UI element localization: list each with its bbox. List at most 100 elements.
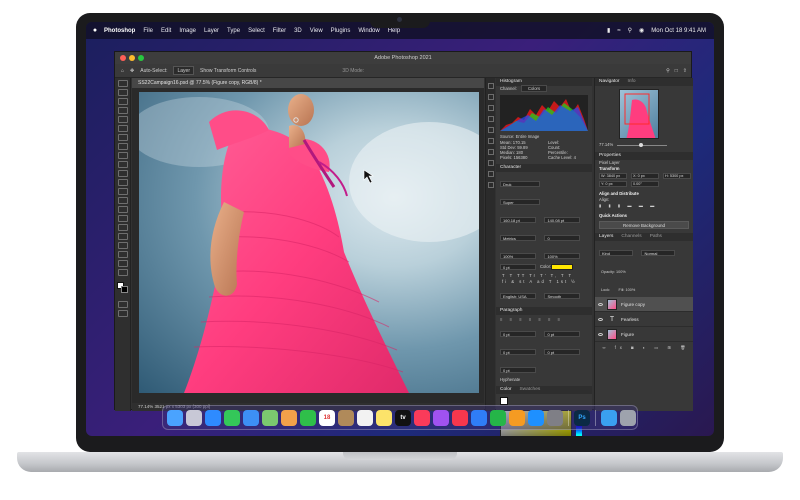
libraries-icon[interactable] [488, 116, 494, 122]
tab-properties[interactable]: Properties [599, 152, 621, 160]
hyphenate-checkbox[interactable]: Hyphenate [496, 377, 592, 383]
background-color-swatch[interactable] [121, 286, 128, 293]
eraser-tool-icon[interactable] [118, 179, 128, 186]
blur-tool-icon[interactable] [118, 197, 128, 204]
lasso-tool-icon[interactable] [118, 98, 128, 105]
battery-icon[interactable]: ▮ [607, 27, 610, 34]
menu-help[interactable]: Help [388, 28, 400, 34]
menu-layer[interactable]: Layer [204, 28, 219, 34]
appstore-icon[interactable] [528, 409, 544, 426]
tab-paragraph[interactable]: Paragraph [500, 307, 522, 315]
history-brush-tool-icon[interactable] [118, 170, 128, 177]
font-family-dropdown[interactable]: Druk [500, 181, 540, 187]
indent-left-field[interactable]: 0 pt [500, 331, 536, 337]
minimize-window-button[interactable] [129, 55, 135, 61]
tab-swatches[interactable]: Swatches [519, 386, 540, 394]
blend-mode-dropdown[interactable]: Normal [641, 250, 676, 256]
crop-tool-icon[interactable] [118, 116, 128, 123]
contacts-icon[interactable] [338, 409, 354, 426]
brush-settings-icon[interactable] [488, 94, 494, 100]
launchpad-icon[interactable] [186, 409, 202, 426]
fill-field[interactable]: Fill: 100% [615, 288, 636, 292]
frame-tool-icon[interactable] [118, 125, 128, 132]
workspace-icon[interactable]: □ [675, 68, 678, 74]
share-icon[interactable]: ⇧ [683, 68, 687, 74]
tab-color[interactable]: Color [500, 386, 511, 394]
podcasts-icon[interactable] [433, 409, 449, 426]
more-tools-icon[interactable] [118, 269, 128, 276]
text-color-swatch[interactable] [551, 264, 574, 270]
channel-dropdown[interactable]: Colors [520, 85, 548, 92]
menu-clock[interactable]: Mon Oct 18 9:41 AM [651, 28, 706, 34]
layer-row[interactable]: Figure [595, 327, 693, 342]
downloads-folder-icon[interactable] [601, 409, 617, 426]
reminders-icon[interactable] [357, 409, 373, 426]
menu-edit[interactable]: Edit [161, 28, 171, 34]
baseline-field[interactable]: 0 pt [500, 264, 536, 270]
font-size-field[interactable]: 160.18 pt [500, 217, 536, 223]
zoom-window-button[interactable] [138, 55, 144, 61]
layer-filter-dropdown[interactable]: Kind [599, 250, 633, 256]
pen-tool-icon[interactable] [118, 215, 128, 222]
fg-color-chip[interactable] [500, 397, 508, 405]
document-tab[interactable]: SS22Campaign16.psd @ 77.5% (Figure copy,… [132, 78, 484, 88]
indent-first-line-field[interactable]: 0 pt [500, 349, 536, 355]
angle-field[interactable]: 0.00° [631, 181, 659, 187]
width-field[interactable]: W: 3840 px [599, 173, 627, 179]
space-before-field[interactable]: 0 pt [544, 349, 581, 355]
control-center-icon[interactable]: ◉ [639, 27, 644, 34]
menu-filter[interactable]: Filter [273, 28, 286, 34]
news-icon[interactable] [452, 409, 468, 426]
menu-view[interactable]: View [310, 28, 323, 34]
spotlight-icon[interactable]: ⚲ [628, 27, 632, 34]
character-styles-icon[interactable] [488, 160, 494, 166]
menu-app-name[interactable]: Photoshop [104, 28, 135, 34]
tab-character[interactable]: Character [500, 164, 521, 172]
x-field[interactable]: X: 0 px [631, 173, 659, 179]
wifi-icon[interactable]: ≈ [617, 28, 620, 34]
layer-name[interactable]: Figure [621, 332, 634, 337]
type-tool-icon[interactable] [118, 224, 128, 231]
move-tool-icon[interactable] [118, 80, 128, 87]
messages-icon[interactable] [224, 409, 240, 426]
anti-alias-dropdown[interactable]: Smooth [544, 293, 581, 299]
source-dropdown[interactable]: Entire Image [516, 134, 540, 139]
close-window-button[interactable] [120, 55, 126, 61]
brush-tool-icon[interactable] [118, 152, 128, 159]
home-icon[interactable]: ⌂ [121, 68, 124, 74]
menu-type[interactable]: Type [227, 28, 240, 34]
photoshop-icon[interactable]: Ps [574, 409, 590, 426]
tab-paths[interactable]: Paths [650, 233, 662, 241]
music-icon[interactable] [414, 409, 430, 426]
kerning-field[interactable]: Metrics [500, 235, 536, 241]
align-buttons[interactable]: ▮ ▮ ▮ ▬ ▬ ▬ [595, 203, 693, 209]
marquee-tool-icon[interactable] [118, 89, 128, 96]
system-preferences-icon[interactable] [547, 409, 563, 426]
notes-icon[interactable] [376, 409, 392, 426]
y-field[interactable]: Y: 0 px [599, 181, 627, 187]
layer-name[interactable]: Fearless [621, 317, 639, 322]
menu-select[interactable]: Select [248, 28, 265, 34]
navigator-thumbnail[interactable] [619, 89, 659, 139]
trash-icon[interactable] [620, 409, 636, 426]
keynote-icon[interactable] [471, 409, 487, 426]
menu-file[interactable]: File [143, 28, 153, 34]
path-select-tool-icon[interactable] [118, 233, 128, 240]
quick-mask-icon[interactable] [118, 301, 128, 308]
auto-select-dropdown[interactable]: Layer [173, 66, 194, 75]
visibility-eye-icon[interactable] [598, 317, 603, 321]
hand-tool-icon[interactable] [118, 251, 128, 258]
swatches-icon[interactable] [488, 171, 494, 177]
adjustments-icon[interactable] [488, 105, 494, 111]
font-style-dropdown[interactable]: Super [500, 199, 540, 205]
screen-mode-icon[interactable] [118, 310, 128, 317]
visibility-eye-icon[interactable] [598, 302, 603, 306]
actions-icon[interactable] [488, 127, 494, 133]
paragraph-align-buttons[interactable]: ≡ ≡ ≡ ≡ ≡ ≡ ≡ [496, 315, 592, 323]
gradient-tool-icon[interactable] [118, 188, 128, 195]
vertical-scale-field[interactable]: 100% [500, 253, 536, 259]
quick-select-tool-icon[interactable] [118, 107, 128, 114]
pages-icon[interactable] [509, 409, 525, 426]
tab-histogram[interactable]: Histogram [500, 78, 522, 86]
indent-right-field[interactable]: 0 pt [544, 331, 581, 337]
